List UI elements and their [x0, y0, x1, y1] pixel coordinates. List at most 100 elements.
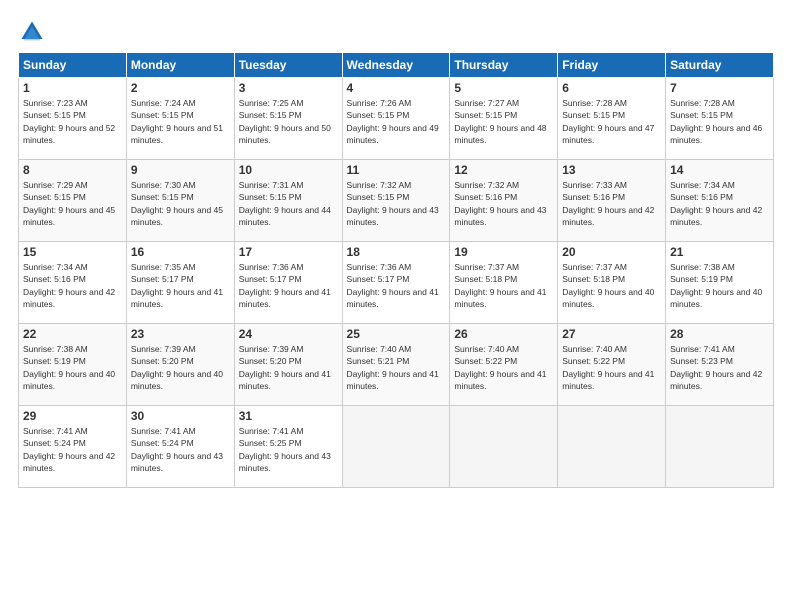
week-row-1: 1 Sunrise: 7:23 AMSunset: 5:15 PMDaylight… — [19, 78, 774, 160]
day-info: Sunrise: 7:34 AMSunset: 5:16 PMDaylight:… — [670, 179, 769, 228]
day-number: 6 — [562, 81, 661, 95]
day-info: Sunrise: 7:35 AMSunset: 5:17 PMDaylight:… — [131, 261, 230, 310]
week-row-4: 22Sunrise: 7:38 AMSunset: 5:19 PMDayligh… — [19, 324, 774, 406]
weekday-monday: Monday — [126, 53, 234, 78]
day-number: 14 — [670, 163, 769, 177]
calendar-cell: 4 Sunrise: 7:26 AMSunset: 5:15 PMDaylight… — [342, 78, 450, 160]
calendar-cell: 24 Sunrise: 7:39 AMSunset: 5:20 PMDayligh… — [234, 324, 342, 406]
weekday-wednesday: Wednesday — [342, 53, 450, 78]
week-row-3: 15Sunrise: 7:34 AMSunset: 5:16 PMDayligh… — [19, 242, 774, 324]
calendar: SundayMondayTuesdayWednesdayThursdayFrid… — [18, 52, 774, 488]
day-number: 25 — [347, 327, 446, 341]
day-number: 20 — [562, 245, 661, 259]
week-row-5: 29 Sunrise: 7:41 AMSunset: 5:24 PMDayligh… — [19, 406, 774, 488]
day-number: 8 — [23, 163, 122, 177]
day-number: 1 — [23, 81, 122, 95]
day-info: Sunrise: 7:32 AMSunset: 5:16 PMDaylight:… — [454, 179, 553, 228]
day-info: Sunrise: 7:32 AMSunset: 5:15 PMDaylight:… — [347, 179, 446, 228]
day-number: 2 — [131, 81, 230, 95]
calendar-cell: 7 Sunrise: 7:28 AMSunset: 5:15 PMDaylight… — [666, 78, 774, 160]
day-number: 5 — [454, 81, 553, 95]
header — [18, 18, 774, 46]
day-info: Sunrise: 7:28 AMSunset: 5:15 PMDaylight:… — [670, 97, 769, 146]
day-number: 9 — [131, 163, 230, 177]
day-info: Sunrise: 7:27 AMSunset: 5:15 PMDaylight:… — [454, 97, 553, 146]
day-info: Sunrise: 7:40 AMSunset: 5:22 PMDaylight:… — [562, 343, 661, 392]
day-number: 29 — [23, 409, 122, 423]
calendar-cell: 8 Sunrise: 7:29 AMSunset: 5:15 PMDaylight… — [19, 160, 127, 242]
page-container: SundayMondayTuesdayWednesdayThursdayFrid… — [0, 0, 792, 498]
day-number: 3 — [239, 81, 338, 95]
day-info: Sunrise: 7:41 AMSunset: 5:24 PMDaylight:… — [23, 425, 122, 474]
day-number: 10 — [239, 163, 338, 177]
calendar-cell: 20 Sunrise: 7:37 AMSunset: 5:18 PMDayligh… — [558, 242, 666, 324]
day-info: Sunrise: 7:26 AMSunset: 5:15 PMDaylight:… — [347, 97, 446, 146]
day-number: 28 — [670, 327, 769, 341]
calendar-cell: 18Sunrise: 7:36 AMSunset: 5:17 PMDayligh… — [342, 242, 450, 324]
calendar-cell: 29 Sunrise: 7:41 AMSunset: 5:24 PMDayligh… — [19, 406, 127, 488]
day-number: 27 — [562, 327, 661, 341]
day-info: Sunrise: 7:37 AMSunset: 5:18 PMDaylight:… — [562, 261, 661, 310]
calendar-cell: 25 Sunrise: 7:40 AMSunset: 5:21 PMDayligh… — [342, 324, 450, 406]
day-info: Sunrise: 7:39 AMSunset: 5:20 PMDaylight:… — [131, 343, 230, 392]
calendar-cell: 17Sunrise: 7:36 AMSunset: 5:17 PMDayligh… — [234, 242, 342, 324]
day-number: 7 — [670, 81, 769, 95]
day-info: Sunrise: 7:31 AMSunset: 5:15 PMDaylight:… — [239, 179, 338, 228]
calendar-cell: 22Sunrise: 7:38 AMSunset: 5:19 PMDayligh… — [19, 324, 127, 406]
day-info: Sunrise: 7:40 AMSunset: 5:22 PMDaylight:… — [454, 343, 553, 392]
day-info: Sunrise: 7:29 AMSunset: 5:15 PMDaylight:… — [23, 179, 122, 228]
calendar-body: 1 Sunrise: 7:23 AMSunset: 5:15 PMDaylight… — [19, 78, 774, 488]
day-info: Sunrise: 7:34 AMSunset: 5:16 PMDaylight:… — [23, 261, 122, 310]
calendar-cell — [342, 406, 450, 488]
weekday-thursday: Thursday — [450, 53, 558, 78]
day-info: Sunrise: 7:36 AMSunset: 5:17 PMDaylight:… — [239, 261, 338, 310]
day-info: Sunrise: 7:33 AMSunset: 5:16 PMDaylight:… — [562, 179, 661, 228]
calendar-cell: 19 Sunrise: 7:37 AMSunset: 5:18 PMDayligh… — [450, 242, 558, 324]
calendar-cell: 28 Sunrise: 7:41 AMSunset: 5:23 PMDayligh… — [666, 324, 774, 406]
calendar-cell — [666, 406, 774, 488]
calendar-cell: 2 Sunrise: 7:24 AMSunset: 5:15 PMDaylight… — [126, 78, 234, 160]
calendar-cell — [558, 406, 666, 488]
day-info: Sunrise: 7:41 AMSunset: 5:23 PMDaylight:… — [670, 343, 769, 392]
day-info: Sunrise: 7:38 AMSunset: 5:19 PMDaylight:… — [23, 343, 122, 392]
calendar-cell: 23 Sunrise: 7:39 AMSunset: 5:20 PMDayligh… — [126, 324, 234, 406]
day-number: 26 — [454, 327, 553, 341]
day-info: Sunrise: 7:30 AMSunset: 5:15 PMDaylight:… — [131, 179, 230, 228]
calendar-cell: 12 Sunrise: 7:32 AMSunset: 5:16 PMDayligh… — [450, 160, 558, 242]
calendar-cell: 31Sunrise: 7:41 AMSunset: 5:25 PMDayligh… — [234, 406, 342, 488]
day-info: Sunrise: 7:23 AMSunset: 5:15 PMDaylight:… — [23, 97, 122, 146]
weekday-friday: Friday — [558, 53, 666, 78]
day-number: 12 — [454, 163, 553, 177]
calendar-cell: 5 Sunrise: 7:27 AMSunset: 5:15 PMDaylight… — [450, 78, 558, 160]
day-info: Sunrise: 7:37 AMSunset: 5:18 PMDaylight:… — [454, 261, 553, 310]
day-number: 21 — [670, 245, 769, 259]
day-info: Sunrise: 7:36 AMSunset: 5:17 PMDaylight:… — [347, 261, 446, 310]
day-info: Sunrise: 7:24 AMSunset: 5:15 PMDaylight:… — [131, 97, 230, 146]
calendar-cell: 9 Sunrise: 7:30 AMSunset: 5:15 PMDaylight… — [126, 160, 234, 242]
weekday-saturday: Saturday — [666, 53, 774, 78]
week-row-2: 8 Sunrise: 7:29 AMSunset: 5:15 PMDaylight… — [19, 160, 774, 242]
day-number: 24 — [239, 327, 338, 341]
logo — [18, 18, 50, 46]
calendar-cell: 1 Sunrise: 7:23 AMSunset: 5:15 PMDaylight… — [19, 78, 127, 160]
calendar-cell: 30Sunrise: 7:41 AMSunset: 5:24 PMDayligh… — [126, 406, 234, 488]
logo-icon — [18, 18, 46, 46]
day-info: Sunrise: 7:38 AMSunset: 5:19 PMDaylight:… — [670, 261, 769, 310]
calendar-cell: 15Sunrise: 7:34 AMSunset: 5:16 PMDayligh… — [19, 242, 127, 324]
day-info: Sunrise: 7:41 AMSunset: 5:25 PMDaylight:… — [239, 425, 338, 474]
calendar-cell: 6 Sunrise: 7:28 AMSunset: 5:15 PMDaylight… — [558, 78, 666, 160]
calendar-cell — [450, 406, 558, 488]
calendar-cell: 10 Sunrise: 7:31 AMSunset: 5:15 PMDayligh… — [234, 160, 342, 242]
day-info: Sunrise: 7:28 AMSunset: 5:15 PMDaylight:… — [562, 97, 661, 146]
day-number: 23 — [131, 327, 230, 341]
day-info: Sunrise: 7:40 AMSunset: 5:21 PMDaylight:… — [347, 343, 446, 392]
day-info: Sunrise: 7:41 AMSunset: 5:24 PMDaylight:… — [131, 425, 230, 474]
calendar-cell: 14 Sunrise: 7:34 AMSunset: 5:16 PMDayligh… — [666, 160, 774, 242]
calendar-cell: 13 Sunrise: 7:33 AMSunset: 5:16 PMDayligh… — [558, 160, 666, 242]
weekday-tuesday: Tuesday — [234, 53, 342, 78]
weekday-header-row: SundayMondayTuesdayWednesdayThursdayFrid… — [19, 53, 774, 78]
day-number: 4 — [347, 81, 446, 95]
day-number: 19 — [454, 245, 553, 259]
day-number: 13 — [562, 163, 661, 177]
day-info: Sunrise: 7:39 AMSunset: 5:20 PMDaylight:… — [239, 343, 338, 392]
